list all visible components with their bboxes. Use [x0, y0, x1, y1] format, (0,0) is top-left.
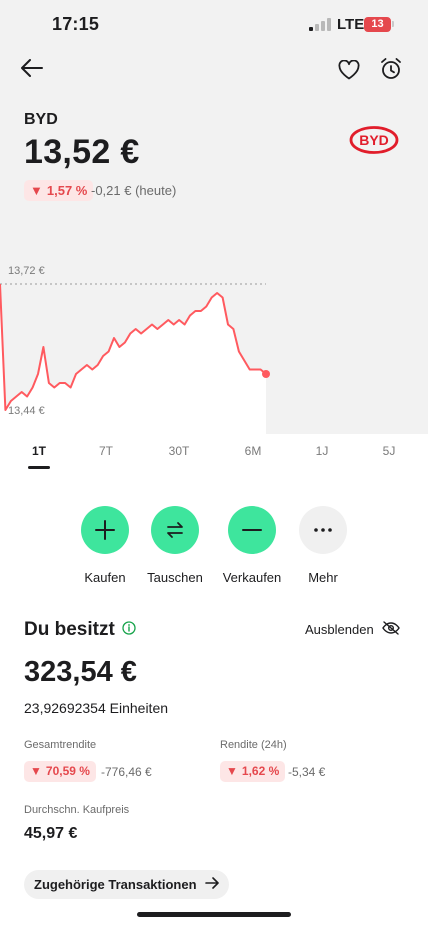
more-button[interactable]: Mehr	[278, 506, 368, 585]
period-1j[interactable]: 1J	[302, 444, 342, 458]
down-triangle-icon: ▼	[226, 764, 238, 778]
arrow-right-icon	[204, 877, 219, 892]
home-indicator	[137, 912, 291, 917]
return24-abs: -5,34 €	[288, 765, 326, 779]
byd-logo: BYD	[349, 125, 399, 160]
period-7t[interactable]: 7T	[86, 444, 126, 458]
avg-price: 45,97 €	[24, 825, 78, 842]
hide-label: Ausblenden	[305, 622, 374, 637]
transactions-label: Zugehörige Transaktionen	[34, 877, 197, 892]
period-30t[interactable]: 30T	[159, 444, 199, 458]
eye-off-icon	[381, 621, 400, 638]
stock-price: 13,52 €	[24, 133, 140, 171]
logo-text: BYD	[359, 132, 389, 148]
change-pct: 1,57 %	[46, 183, 88, 198]
price-chart[interactable]: 13,72 € 13,44 €	[0, 250, 428, 434]
holding-value: 323,54 €	[24, 656, 137, 688]
battery-cap	[392, 21, 394, 27]
holding-units: 23,92692354 Einheiten	[24, 700, 169, 716]
holdings-title-text: Du besitzt	[24, 619, 115, 640]
down-triangle-icon: ▼	[30, 764, 42, 778]
info-icon[interactable]	[122, 619, 136, 641]
return24-badge: ▼ 1,62 %	[220, 761, 286, 782]
alarm-clock-icon[interactable]	[376, 54, 406, 84]
total-return-pct: 70,59 %	[45, 764, 90, 778]
signal-icon	[309, 18, 331, 31]
chart-future-area	[266, 250, 428, 434]
transactions-button[interactable]: Zugehörige Transaktionen	[24, 870, 229, 899]
period-selector: 1T 7T 30T 6M 1J 5J	[0, 444, 428, 474]
hide-holdings-button[interactable]: Ausblenden	[305, 621, 400, 638]
period-6m[interactable]: 6M	[233, 444, 273, 458]
period-5j[interactable]: 5J	[369, 444, 409, 458]
back-arrow-icon[interactable]	[18, 54, 46, 82]
status-time: 17:15	[52, 14, 100, 34]
holdings-title: Du besitzt	[24, 619, 136, 641]
battery-level: 13	[371, 18, 384, 30]
more-label: Mehr	[308, 570, 338, 585]
down-triangle-icon: ▼	[30, 183, 43, 198]
period-1t[interactable]: 1T	[19, 444, 59, 458]
swap-icon	[151, 506, 199, 554]
total-return-label: Gesamtrendite	[24, 739, 97, 751]
current-price-dot	[262, 370, 270, 378]
avg-price-label: Durchschn. Kaufpreis	[24, 804, 130, 816]
active-period-indicator	[28, 466, 50, 469]
high-label: 13,72 €	[8, 265, 45, 277]
minus-icon	[228, 506, 276, 554]
low-label: 13,44 €	[8, 405, 45, 417]
total-return-badge: ▼ 70,59 %	[24, 761, 96, 782]
network-label: LTE	[337, 16, 365, 33]
plus-icon	[81, 506, 129, 554]
heart-icon[interactable]	[335, 56, 363, 84]
stock-name: BYD	[24, 111, 58, 128]
total-return-abs: -776,46 €	[101, 765, 152, 779]
return24-pct: 1,62 %	[241, 764, 280, 778]
change-abs: -0,21 € (heute)	[91, 183, 177, 198]
more-icon	[299, 506, 347, 554]
battery-icon: 13	[364, 17, 391, 32]
return24-label: Rendite (24h)	[220, 739, 287, 751]
change-pct-badge: ▼ 1,57 %	[24, 180, 94, 201]
